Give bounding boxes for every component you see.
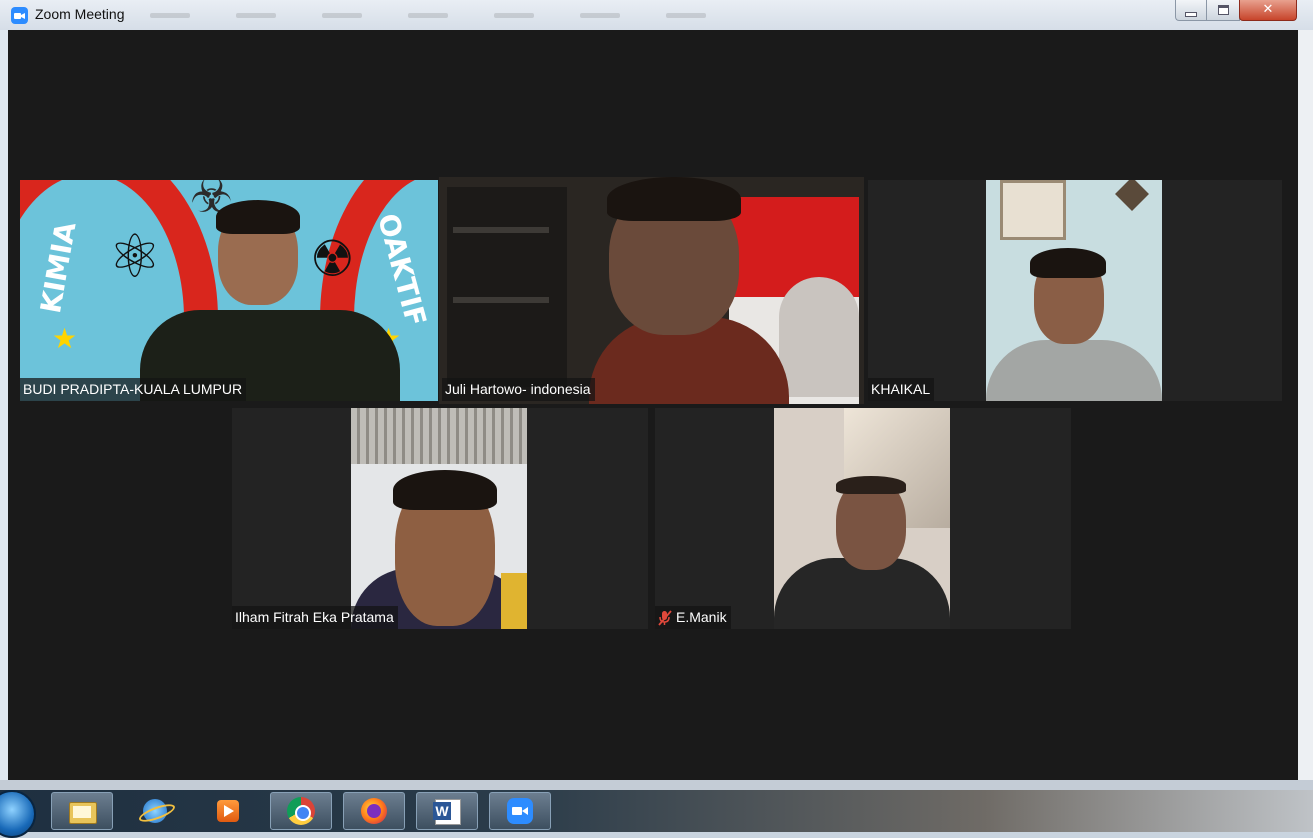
- window-bottom-edge: [0, 780, 1313, 790]
- participant-video: [351, 408, 527, 629]
- participant-name: Ilham Fitrah Eka Pratama: [235, 609, 394, 625]
- zoom-app-icon: [11, 7, 28, 24]
- window-edge: [1298, 30, 1313, 780]
- taskbar-file-explorer[interactable]: [51, 792, 113, 830]
- gallery-view: KIMIA OAKTIF ★ ★ ⚛ ☢ ☣ BUDI PRADIPTA-KUA…: [8, 30, 1298, 780]
- participant-name-label: BUDI PRADIPTA-KUALA LUMPUR: [20, 378, 247, 401]
- participant-name-label: KHAIKAL: [868, 378, 935, 401]
- participant-name: KHAIKAL: [871, 381, 931, 397]
- taskbar-internet-explorer[interactable]: [124, 792, 186, 830]
- zoom-meeting-window: Zoom Meeting ✕ KIMIA OAKTIF ★ ★ ⚛ ☢ ☣: [0, 0, 1313, 790]
- participant-name: Juli Hartowo- indonesia: [445, 381, 591, 397]
- close-button[interactable]: ✕: [1239, 0, 1297, 21]
- participant-tile-khaikal[interactable]: KHAIKAL: [868, 180, 1282, 401]
- participant-name: E.Manik: [676, 609, 727, 625]
- window-title: Zoom Meeting: [35, 6, 125, 22]
- participant-name-label: Juli Hartowo- indonesia: [442, 378, 595, 401]
- participant-name-label: E.Manik: [655, 606, 731, 629]
- participant-tile-emanik[interactable]: E.Manik: [655, 408, 1071, 629]
- maximize-icon: [1217, 5, 1229, 15]
- chrome-icon: [286, 796, 316, 826]
- participant-tile-budi[interactable]: KIMIA OAKTIF ★ ★ ⚛ ☢ ☣ BUDI PRADIPTA-KUA…: [20, 180, 438, 401]
- participant-video: KIMIA OAKTIF ★ ★ ⚛ ☢ ☣: [20, 180, 438, 401]
- start-orb-icon[interactable]: [0, 790, 36, 838]
- maximize-button[interactable]: [1206, 0, 1240, 21]
- participant-video: [439, 177, 864, 404]
- close-icon: ✕: [1262, 1, 1274, 17]
- internet-explorer-icon: [137, 796, 177, 826]
- firefox-icon: [359, 796, 389, 826]
- media-player-icon: [213, 796, 243, 826]
- participant-name: BUDI PRADIPTA-KUALA LUMPUR: [23, 381, 243, 397]
- taskbar-word[interactable]: W: [416, 792, 478, 830]
- participant-figure: [20, 180, 438, 401]
- muted-mic-icon: [658, 609, 672, 626]
- title-bar[interactable]: Zoom Meeting ✕: [0, 0, 1313, 30]
- background-ribbon: [150, 13, 706, 18]
- taskbar-zoom[interactable]: [489, 792, 551, 830]
- folder-icon: [67, 796, 97, 826]
- zoom-icon: [505, 796, 535, 826]
- participant-video: [986, 180, 1162, 401]
- word-icon: W: [432, 796, 462, 826]
- taskbar-media-player[interactable]: [197, 792, 259, 830]
- taskbar: W: [0, 790, 1313, 838]
- participant-tile-juli[interactable]: Juli Hartowo- indonesia: [439, 177, 864, 404]
- taskbar-chrome[interactable]: [270, 792, 332, 830]
- taskbar-firefox[interactable]: [343, 792, 405, 830]
- participant-name-label: Ilham Fitrah Eka Pratama: [232, 606, 398, 629]
- minimize-button[interactable]: [1175, 0, 1206, 21]
- participant-tile-ilham[interactable]: Ilham Fitrah Eka Pratama: [232, 408, 648, 629]
- participant-video: [774, 408, 950, 629]
- minimize-icon: [1185, 11, 1197, 17]
